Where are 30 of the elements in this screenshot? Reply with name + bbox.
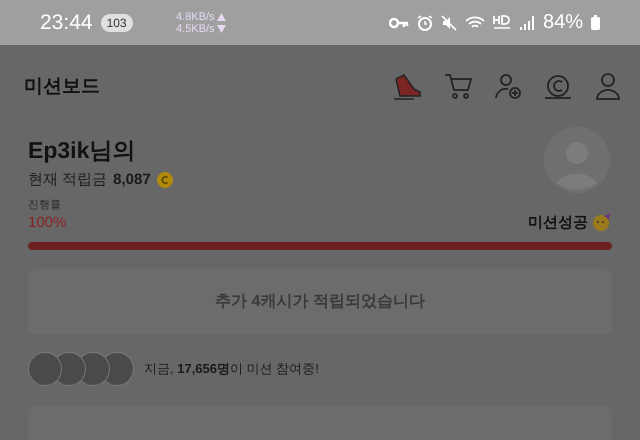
key-icon (388, 16, 409, 28)
battery-percent: 84% (542, 11, 583, 34)
down-triangle-icon (216, 24, 226, 32)
up-triangle-icon (216, 12, 226, 20)
page-title: 미션보드 (24, 75, 100, 99)
add-person-icon[interactable] (494, 72, 522, 100)
points-label: 현재 적립금 (28, 170, 108, 189)
progress-label: 진행률 (28, 198, 62, 212)
progress-percent: 100% (28, 214, 66, 230)
points-value: 8,087 (113, 171, 151, 188)
user-name: Ep3ik님의 (28, 136, 136, 165)
battery-icon (591, 15, 600, 30)
signal-bars-icon (518, 14, 535, 30)
coin-icon[interactable] (544, 72, 572, 100)
participants-text: 지금, 17,656명이 미션 참여중! (144, 360, 319, 378)
coin-icon (156, 172, 173, 188)
avatar-photo-placeholder (28, 352, 62, 386)
wifi-icon (464, 14, 485, 30)
clock-time: 23:44 (40, 10, 93, 34)
alarm-clock-icon (416, 14, 433, 30)
notification-count-badge: 103 (100, 14, 133, 32)
sneaker-icon[interactable] (392, 71, 422, 101)
download-speed: 4.5KB/s (176, 22, 215, 34)
party-face-icon (592, 212, 612, 232)
cart-icon[interactable] (444, 72, 472, 100)
upload-speed: 4.8KB/s (176, 10, 215, 22)
hd-voice-icon (492, 14, 511, 30)
mute-icon (440, 14, 457, 30)
person-icon[interactable] (594, 72, 622, 100)
mission-status: 미션성공 (528, 212, 588, 232)
